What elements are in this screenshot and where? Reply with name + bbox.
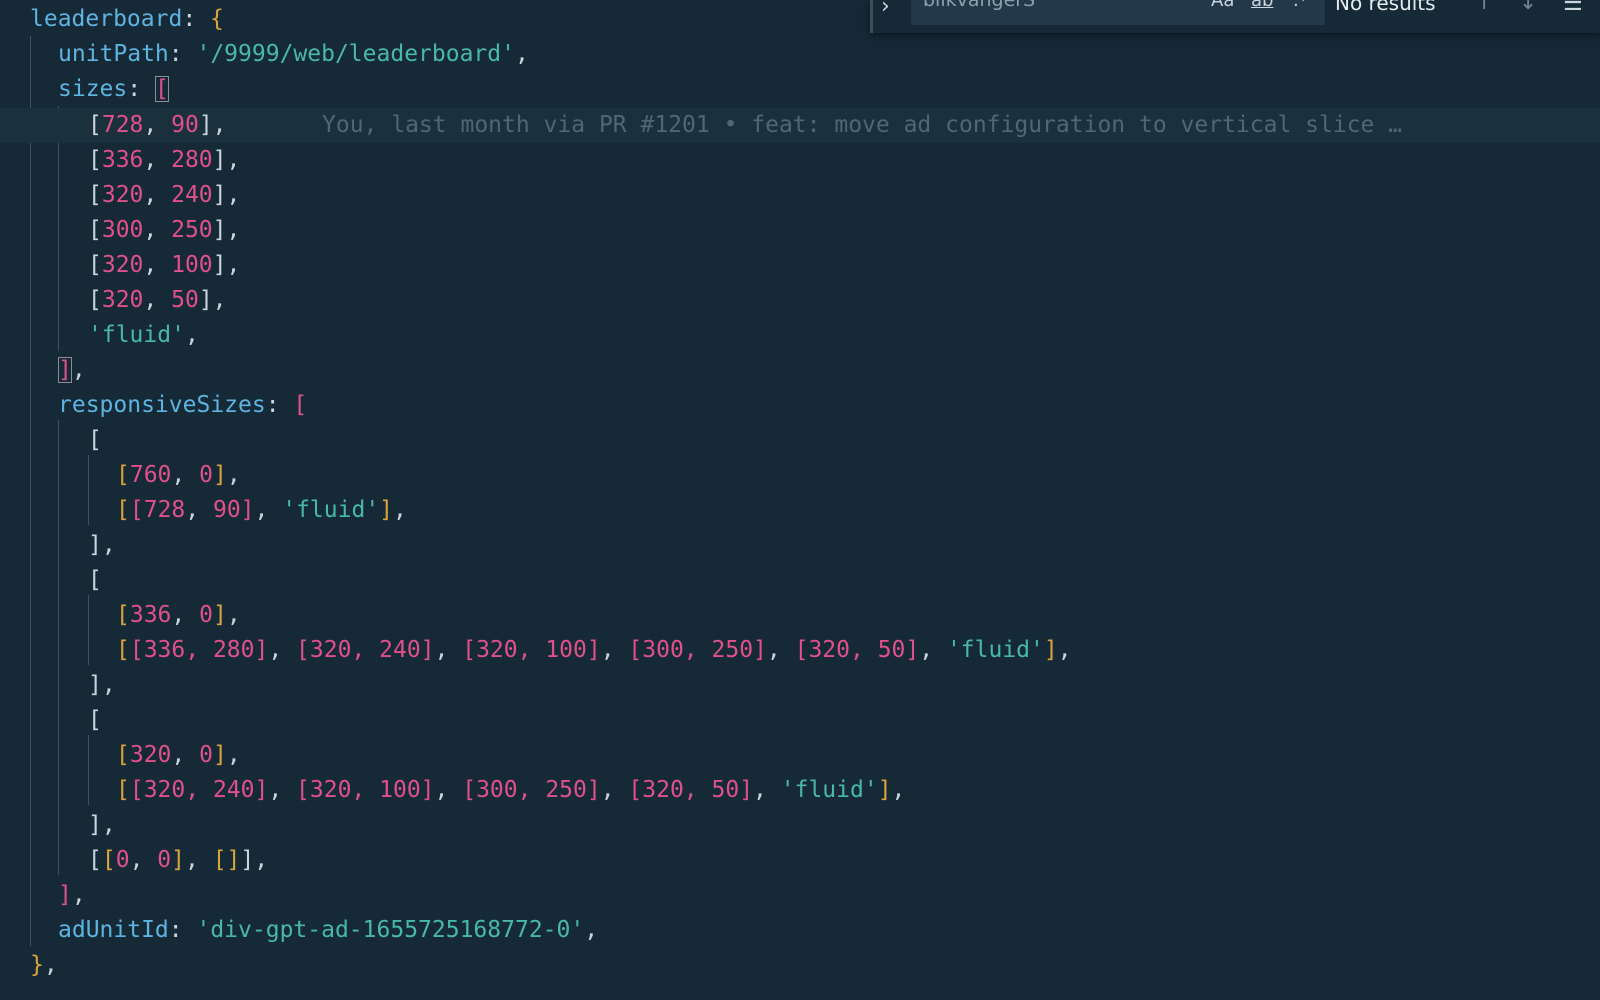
find-in-selection-icon[interactable]: ☰ — [1563, 0, 1583, 16]
toggle-replace-icon[interactable]: › — [881, 0, 890, 19]
code-line[interactable]: [760, 0], — [0, 458, 1600, 493]
code-line[interactable]: [300, 250], — [0, 213, 1600, 248]
property-key: sizes — [58, 76, 128, 102]
code-line[interactable]: ], — [0, 808, 1600, 843]
git-blame-annotation: You, last month via PR #1201 • feat: mov… — [322, 112, 1403, 138]
string-literal: 'div-gpt-ad-1655725168772-0' — [196, 917, 585, 943]
string-literal: '/9999/web/leaderboard' — [196, 41, 515, 67]
regex-icon[interactable]: .* — [1293, 0, 1308, 11]
code-line[interactable]: [320, 100], — [0, 248, 1600, 283]
next-match-icon[interactable]: ↓ — [1519, 0, 1537, 15]
code-line[interactable]: [ — [0, 563, 1600, 598]
code-line[interactable]: responsiveSizes: [ — [0, 388, 1600, 423]
find-widget: › blikvangerS Aa ab .* No results ↑ ↓ ☰ — [870, 0, 1600, 33]
code-line[interactable]: sizes: [ — [0, 72, 1600, 107]
find-results-count: No results — [1335, 0, 1436, 15]
property-key: unitPath — [58, 41, 169, 67]
code-line[interactable]: [320, 240], — [0, 178, 1600, 213]
string-literal: 'fluid' — [88, 322, 185, 348]
code-line[interactable]: [336, 0], — [0, 598, 1600, 633]
code-line[interactable]: ], — [0, 668, 1600, 703]
code-line[interactable]: ], — [0, 353, 1600, 388]
matched-bracket: [ — [154, 76, 169, 102]
code-line[interactable]: ], — [0, 528, 1600, 563]
match-case-icon[interactable]: Aa — [1211, 0, 1234, 11]
code-line[interactable]: unitPath: '/9999/web/leaderboard', — [0, 37, 1600, 72]
code-line[interactable]: 'fluid', — [0, 318, 1600, 353]
code-line[interactable]: [320, 50], — [0, 283, 1600, 318]
code-line[interactable]: [336, 280], — [0, 143, 1600, 178]
code-line[interactable]: [[0, 0], []], — [0, 843, 1600, 878]
code-line[interactable]: [[336, 280], [320, 240], [320, 100], [30… — [0, 633, 1600, 668]
string-literal: 'fluid' — [946, 637, 1044, 663]
property-key: leaderboard — [30, 6, 183, 32]
property-key: adUnitId — [58, 917, 169, 943]
code-line[interactable]: [320, 0], — [0, 738, 1600, 773]
string-literal: 'fluid' — [282, 497, 380, 523]
code-line[interactable]: [ — [0, 703, 1600, 738]
code-line[interactable]: [[320, 240], [320, 100], [300, 250], [32… — [0, 773, 1600, 808]
code-line[interactable]: adUnitId: 'div-gpt-ad-1655725168772-0', — [0, 913, 1600, 948]
previous-match-icon[interactable]: ↑ — [1475, 0, 1493, 15]
code-line[interactable]: ], — [0, 878, 1600, 913]
whole-word-icon[interactable]: ab — [1251, 0, 1273, 11]
find-query: blikvangerS — [923, 0, 1036, 11]
code-line[interactable]: [[728, 90], 'fluid'], — [0, 493, 1600, 528]
code-line[interactable]: }, — [0, 948, 1600, 983]
code-line[interactable]: [ — [0, 423, 1600, 458]
matched-bracket: ] — [58, 357, 72, 383]
string-literal: 'fluid' — [780, 777, 878, 803]
current-line[interactable]: [728, 90], You, last month via PR #1201 … — [0, 108, 1600, 143]
property-key: responsiveSizes — [58, 392, 266, 418]
code-editor[interactable]: leaderboard: { unitPath: '/9999/web/lead… — [0, 0, 1600, 1000]
